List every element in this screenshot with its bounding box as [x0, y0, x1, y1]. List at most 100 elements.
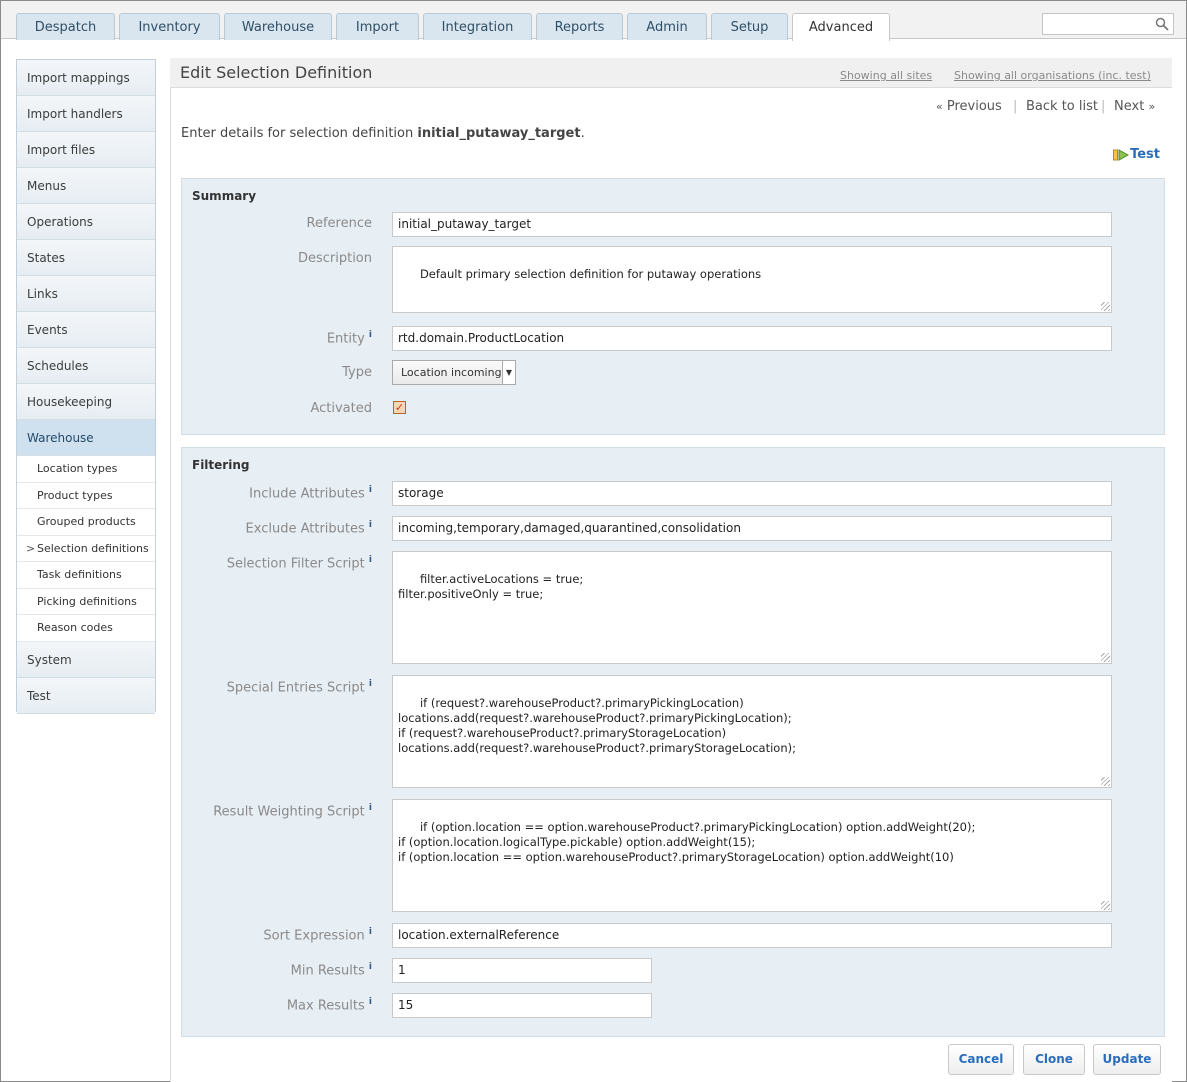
sidebar-item-menus[interactable]: Menus — [17, 168, 155, 204]
result-weighting-script-value: if (option.location == option.warehouseP… — [398, 820, 976, 864]
exclude-attributes-label-text: Exclude Attributes — [245, 521, 365, 537]
info-icon[interactable]: i — [369, 803, 372, 813]
tab-despatch[interactable]: Despatch — [16, 13, 115, 40]
cancel-button[interactable]: Cancel — [948, 1044, 1014, 1075]
result-weighting-script-field[interactable]: if (option.location == option.warehouseP… — [392, 799, 1112, 912]
description-label: Description — [297, 251, 372, 266]
main-content: « Previous | Back to list | Next » Enter… — [170, 88, 1172, 1082]
sidebar-subitem-selection-definitions[interactable]: > Selection definitions — [17, 536, 155, 562]
tab-warehouse[interactable]: Warehouse — [224, 13, 332, 40]
exclude-attributes-field[interactable]: incoming,temporary,damaged,quarantined,c… — [392, 516, 1112, 541]
resize-grip-icon[interactable] — [1101, 777, 1110, 786]
previous-link[interactable]: « Previous — [936, 99, 1002, 114]
dropdown-arrow-icon[interactable]: ▼ — [502, 361, 515, 384]
description-field[interactable]: Default primary selection definition for… — [392, 246, 1112, 313]
double-chevron-right-icon: » — [1148, 100, 1156, 113]
sidebar-item-system[interactable]: System — [17, 641, 155, 678]
next-label: Next — [1114, 99, 1145, 114]
search-input[interactable] — [1042, 13, 1174, 35]
info-icon[interactable]: i — [369, 520, 372, 530]
entity-label-text: Entity — [326, 331, 365, 347]
definition-name: initial_putaway_target — [417, 126, 581, 141]
sort-expression-field[interactable]: location.externalReference — [392, 923, 1112, 948]
resize-grip-icon[interactable] — [1101, 653, 1110, 662]
info-icon[interactable]: i — [369, 555, 372, 565]
tab-inventory[interactable]: Inventory — [119, 13, 220, 40]
max-results-field[interactable]: 15 — [392, 993, 652, 1018]
tab-setup[interactable]: Setup — [711, 13, 788, 40]
include-attributes-field[interactable]: storage — [392, 481, 1112, 506]
special-entries-script-field[interactable]: if (request?.warehouseProduct?.primaryPi… — [392, 675, 1112, 788]
sort-expression-label: Sort Expression i — [182, 927, 372, 943]
tab-import[interactable]: Import — [336, 13, 419, 40]
description-value: Default primary selection definition for… — [419, 267, 762, 281]
sidebar-item-import-handlers[interactable]: Import handlers — [17, 96, 155, 132]
include-attributes-label-text: Include Attributes — [249, 486, 365, 502]
back-to-list-link[interactable]: Back to list — [1026, 99, 1098, 114]
sidebar-subitem-picking-definitions[interactable]: Picking definitions — [17, 589, 155, 615]
sidebar-item-import-files[interactable]: Import files — [17, 132, 155, 168]
activated-label: Activated — [310, 401, 372, 416]
tab-integration[interactable]: Integration — [423, 13, 532, 40]
tab-admin[interactable]: Admin — [627, 13, 707, 40]
test-run-icon[interactable] — [1113, 149, 1129, 161]
tab-advanced[interactable]: Advanced — [792, 13, 890, 41]
summary-legend: Summary — [192, 189, 257, 203]
double-chevron-left-icon: « — [936, 100, 943, 113]
tab-reports[interactable]: Reports — [536, 13, 623, 40]
result-weighting-script-label-text: Result Weighting Script — [213, 804, 365, 820]
page-title: Edit Selection Definition — [180, 63, 373, 82]
activated-checkbox[interactable]: ✓ — [393, 401, 406, 414]
resize-grip-icon[interactable] — [1101, 901, 1110, 910]
sidebar-subitem-product-types[interactable]: Product types — [17, 483, 155, 509]
info-icon[interactable]: i — [369, 962, 372, 972]
sidebar-item-links[interactable]: Links — [17, 276, 155, 312]
info-icon[interactable]: i — [369, 997, 372, 1007]
min-results-label-text: Min Results — [290, 963, 365, 979]
sidebar-item-states[interactable]: States — [17, 240, 155, 276]
showing-all-organisations-link[interactable]: Showing all organisations (inc. test) — [954, 69, 1151, 82]
sidebar-item-events[interactable]: Events — [17, 312, 155, 348]
selection-filter-script-field[interactable]: filter.activeLocations = true; filter.po… — [392, 551, 1112, 664]
sidebar-item-warehouse[interactable]: Warehouse — [17, 420, 155, 456]
chevron-right-icon: > — [26, 541, 36, 555]
sidebar-item-housekeeping[interactable]: Housekeeping — [17, 384, 155, 420]
sidebar-subitem-grouped-products[interactable]: Grouped products — [17, 509, 155, 536]
reference-label: Reference — [306, 216, 372, 231]
pager-divider: | — [1101, 99, 1106, 114]
summary-panel: Summary Reference initial_putaway_target… — [181, 178, 1165, 435]
next-link[interactable]: Next » — [1114, 99, 1155, 114]
info-icon[interactable]: i — [369, 927, 372, 937]
sidebar-subitem-location-types[interactable]: Location types — [17, 456, 155, 483]
pager-divider: | — [1013, 99, 1018, 114]
previous-label: Previous — [946, 99, 1002, 114]
include-attributes-label: Include Attributes i — [182, 485, 372, 501]
update-button[interactable]: Update — [1093, 1044, 1161, 1075]
selection-filter-script-label: Selection Filter Script i — [182, 555, 372, 571]
sidebar-item-schedules[interactable]: Schedules — [17, 348, 155, 384]
clone-button[interactable]: Clone — [1023, 1044, 1085, 1075]
test-link[interactable]: Test — [1130, 147, 1160, 162]
sidebar-item-import-mappings[interactable]: Import mappings — [17, 60, 155, 96]
info-icon[interactable]: i — [369, 485, 372, 495]
info-icon[interactable]: i — [369, 330, 372, 340]
resize-grip-icon[interactable] — [1101, 302, 1110, 311]
sidebar-item-operations[interactable]: Operations — [17, 204, 155, 240]
showing-all-sites-link[interactable]: Showing all sites — [840, 69, 932, 82]
filtering-panel: Filtering Include Attributes i storage E… — [181, 447, 1165, 1037]
min-results-field[interactable]: 1 — [392, 958, 652, 983]
sidebar-subitem-task-definitions[interactable]: Task definitions — [17, 562, 155, 589]
reference-field[interactable]: initial_putaway_target — [392, 212, 1112, 237]
sidebar-item-test[interactable]: Test — [17, 677, 155, 714]
filtering-legend: Filtering — [192, 458, 250, 472]
type-select[interactable]: Location incoming ▼ — [392, 360, 516, 385]
info-icon[interactable]: i — [369, 679, 372, 689]
search-icon[interactable] — [1155, 17, 1169, 31]
sidebar-subitem-reason-codes[interactable]: Reason codes — [17, 615, 155, 642]
max-results-label: Max Results i — [182, 997, 372, 1013]
sort-expression-label-text: Sort Expression — [263, 928, 365, 944]
top-nav: Despatch Inventory Warehouse Import Inte… — [1, 1, 1186, 41]
result-weighting-script-label: Result Weighting Script i — [182, 803, 372, 819]
sidebar-sub-list: Location types Product types Grouped pro… — [17, 456, 155, 642]
entity-field[interactable]: rtd.domain.ProductLocation — [392, 326, 1112, 351]
